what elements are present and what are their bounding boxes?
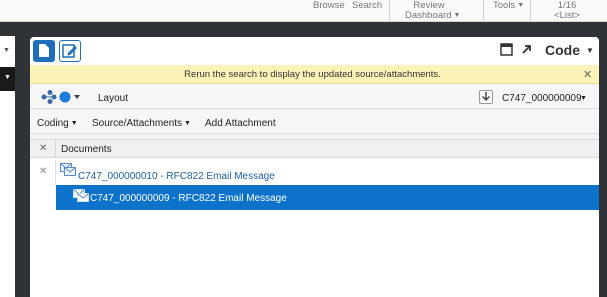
notice-banner: Rerun the search to display the updated …: [30, 65, 599, 84]
chevron-down-icon: ▼: [4, 74, 11, 81]
pop-out-icon[interactable]: [520, 43, 533, 59]
nav-divider: [530, 0, 531, 21]
coding-menu-label: Coding: [37, 118, 69, 129]
pager-list-label: <List>: [554, 10, 580, 21]
layout-toolbar: Layout C747_000000009 ▼: [30, 85, 599, 109]
table-row[interactable]: ✕ C747_000000010 - RFC822 Email Message: [30, 160, 599, 185]
layout-label[interactable]: Layout: [98, 93, 128, 104]
current-document-selector[interactable]: C747_000000009: [502, 93, 582, 104]
chevron-down-icon[interactable]: ▼: [3, 47, 10, 54]
nav-divider: [483, 0, 484, 21]
node-graph-icon[interactable]: [40, 89, 86, 105]
pager[interactable]: 1/16 <List>: [552, 1, 582, 21]
chevron-down-icon: ▼: [453, 12, 461, 19]
source-attachments-label: Source/Attachments: [92, 118, 183, 129]
close-icon[interactable]: ✕: [39, 166, 47, 177]
documents-column-header[interactable]: Documents: [61, 144, 112, 155]
coding-panel: Code ▼ Rerun the search to display the u…: [30, 37, 599, 297]
panel-header: Code ▼: [30, 37, 599, 65]
tools-label: Tools: [493, 0, 516, 11]
top-navigation-bar: Browse Search Review Dashboard ▼ Tools ▼ 1…: [0, 0, 607, 22]
chevron-down-icon: ▼: [70, 120, 78, 127]
browse-link[interactable]: Browse: [313, 1, 345, 11]
column-divider: [55, 140, 56, 157]
email-icon: [73, 189, 89, 202]
close-icon[interactable]: ✕: [583, 68, 592, 81]
edit-icon: [62, 44, 77, 58]
email-icon: [60, 163, 76, 176]
close-icon[interactable]: ✕: [39, 143, 47, 154]
review-dashboard-label-line2: Dashboard: [405, 10, 452, 21]
panel-menu-bar: Coding ▼ Source/Attachments ▼ Add Attachme…: [30, 110, 599, 134]
source-attachments-menu[interactable]: Source/Attachments ▼: [92, 118, 191, 129]
tools-menu[interactable]: Tools ▼: [493, 1, 524, 12]
document-icon-fold: [45, 44, 49, 48]
edit-document-button[interactable]: [59, 40, 81, 62]
review-dashboard-menu[interactable]: Review Dashboard ▼: [405, 1, 460, 22]
layout-mode-label[interactable]: Code: [545, 42, 580, 58]
chevron-down-icon: ▼: [517, 2, 525, 9]
coding-menu[interactable]: Coding ▼: [37, 118, 78, 129]
document-view-button[interactable]: [33, 40, 55, 62]
minimize-icon[interactable]: [500, 43, 513, 59]
documents-grid-header: ✕ Documents: [30, 139, 599, 158]
documents-grid: ✕ C747_000000010 - RFC822 Email Message …: [30, 158, 599, 297]
document-link[interactable]: C747_000000010 - RFC822 Email Message: [78, 171, 275, 182]
chevron-down-icon: ▼: [184, 120, 191, 127]
search-link[interactable]: Search: [352, 1, 382, 11]
nav-divider: [389, 0, 390, 21]
column-divider: [55, 160, 56, 185]
table-row-selected[interactable]: C747_000000009 - RFC822 Email Message: [56, 185, 599, 210]
document-link[interactable]: C747_000000009 - RFC822 Email Message: [90, 193, 287, 204]
chevron-down-icon[interactable]: ▼: [586, 46, 594, 55]
download-button[interactable]: [479, 90, 493, 104]
chevron-down-icon[interactable]: ▼: [580, 95, 587, 102]
add-attachment-button[interactable]: Add Attachment: [205, 118, 276, 129]
download-icon: [481, 92, 491, 102]
notice-text: Rerun the search to display the updated …: [184, 69, 441, 80]
